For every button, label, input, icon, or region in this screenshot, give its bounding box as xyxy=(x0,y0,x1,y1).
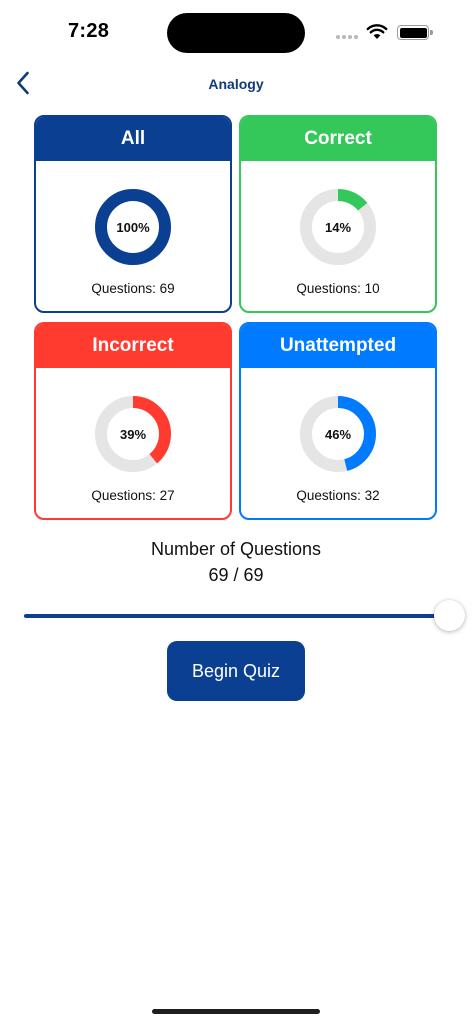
question-count-slider[interactable] xyxy=(22,598,465,634)
filter-card-incorrect[interactable]: Incorrect 39% Questions: 27 xyxy=(34,322,232,520)
battery-icon xyxy=(397,25,433,40)
page-title: Analogy xyxy=(208,76,264,92)
percent-label: 39% xyxy=(119,426,147,442)
slider-thumb[interactable] xyxy=(434,600,465,631)
card-title: Incorrect xyxy=(36,324,230,368)
percent-label: 46% xyxy=(324,426,352,442)
question-count-label: Number of Questions xyxy=(150,539,322,559)
card-title: Correct xyxy=(241,117,435,161)
filter-card-correct[interactable]: Correct 14% Questions: 10 xyxy=(239,115,437,313)
card-title: All xyxy=(36,117,230,161)
question-count: Questions: 27 xyxy=(91,488,175,503)
question-count: Questions: 69 xyxy=(91,281,175,296)
slider-fill xyxy=(24,614,436,618)
filter-card-all[interactable]: All 100% Questions: 69 xyxy=(34,115,232,313)
home-indicator xyxy=(152,1009,320,1014)
question-count: Questions: 32 xyxy=(296,488,380,503)
status-bar: 7:28 xyxy=(0,0,472,64)
filter-card-unattempted[interactable]: Unattempted 46% Questions: 32 xyxy=(239,322,437,520)
slider-track xyxy=(24,614,436,618)
cellular-signal-icon xyxy=(336,35,358,39)
question-count-value: 69 / 69 xyxy=(208,565,264,585)
question-count: Questions: 10 xyxy=(296,281,380,296)
dynamic-island xyxy=(167,13,305,53)
percent-label: 14% xyxy=(324,219,352,235)
percent-label: 100% xyxy=(116,219,150,235)
begin-quiz-button[interactable]: Begin Quiz xyxy=(167,641,305,701)
card-title: Unattempted xyxy=(241,324,435,368)
wifi-icon xyxy=(366,24,388,39)
status-time: 7:28 xyxy=(68,20,110,42)
